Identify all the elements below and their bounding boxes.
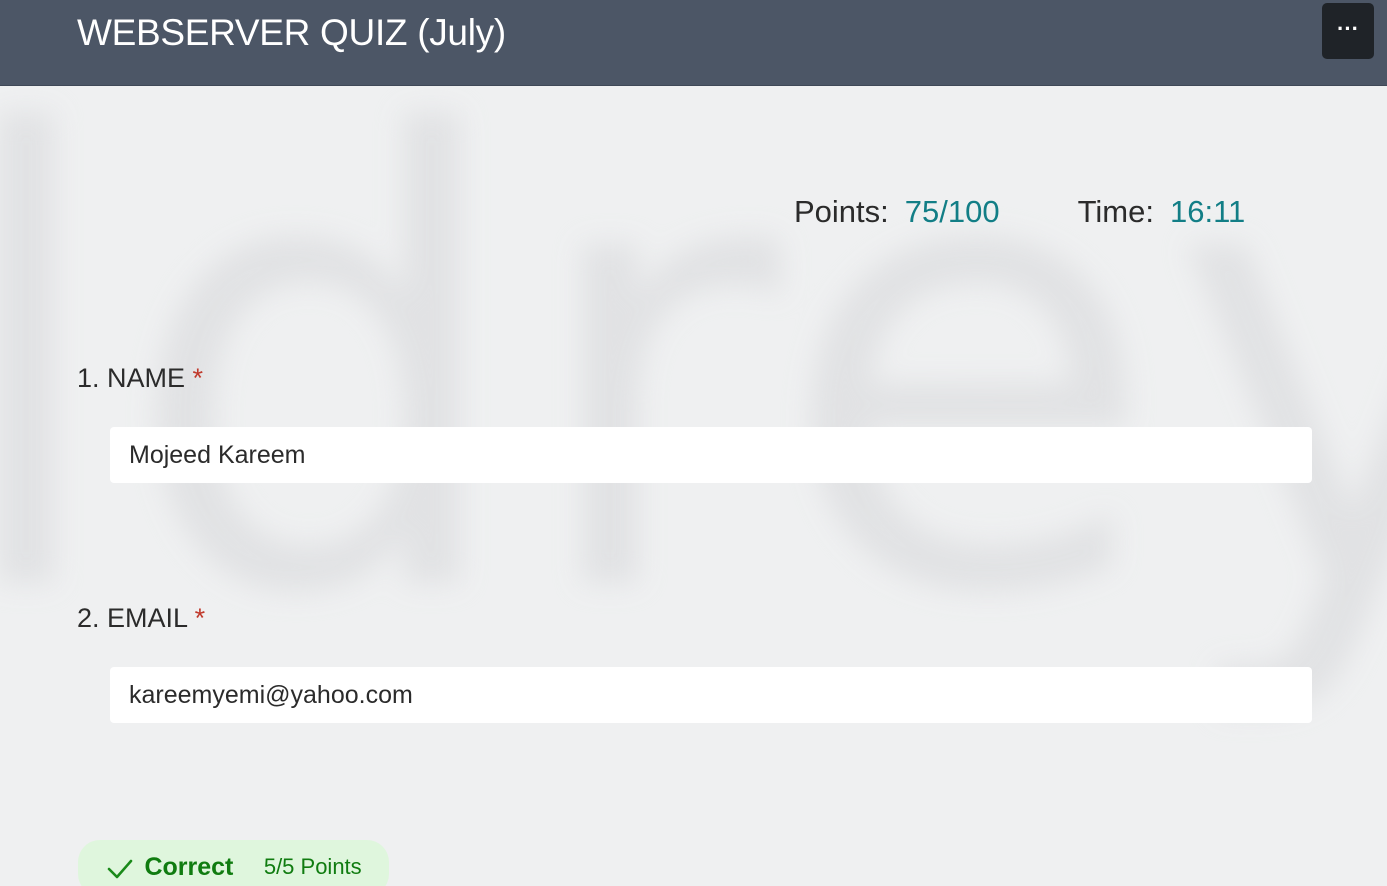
points-label: Points:	[794, 194, 889, 229]
header-bar: WEBSERVER QUIZ (July) ···	[0, 0, 1387, 86]
question-email-title: 2. EMAIL *	[77, 601, 205, 635]
points-value: 75/100	[904, 194, 1000, 229]
question-label: 1. NAME	[77, 363, 186, 393]
time-label: Time:	[1077, 194, 1154, 229]
page-title: WEBSERVER QUIZ (July)	[77, 12, 506, 53]
background-watermark: ldrey	[0, 9, 1387, 730]
score-summary: Points: 75/100 Time: 16:11	[794, 192, 1245, 232]
name-answer-field[interactable]: Mojeed Kareem	[110, 427, 1312, 483]
result-points: 5/5 Points	[263, 854, 362, 879]
result-status: Correct	[144, 853, 234, 881]
email-answer-field[interactable]: kareemyemi@yahoo.com	[110, 667, 1312, 723]
question-label: 2. EMAIL	[77, 603, 188, 633]
required-marker: *	[192, 363, 204, 393]
check-icon	[106, 840, 134, 886]
more-options-button[interactable]: ···	[1322, 3, 1374, 59]
result-badge: Correct 5/5 Points	[78, 840, 389, 886]
more-horizontal-icon: ···	[1337, 16, 1359, 41]
quiz-page: ldrey WEBSERVER QUIZ (July) ··· Points: 7…	[0, 0, 1387, 886]
time-value: 16:11	[1169, 194, 1246, 229]
question-name-title: 1. NAME *	[77, 361, 203, 395]
required-marker: *	[194, 603, 206, 633]
